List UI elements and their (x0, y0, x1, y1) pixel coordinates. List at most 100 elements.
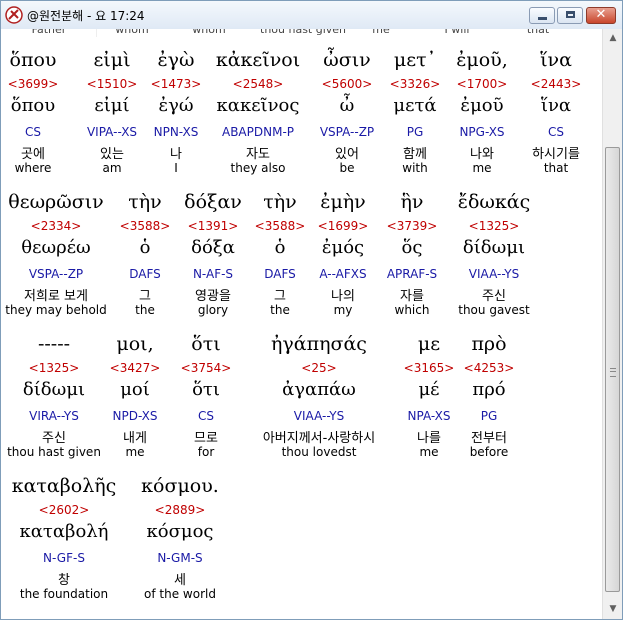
parsing-code-link[interactable]: VIAA--YS (259, 409, 379, 423)
parsing-code-link[interactable]: VIAA--YS (449, 267, 539, 281)
strong-number-link[interactable]: <3588> (110, 219, 180, 233)
strong-number-link[interactable]: <3427> (105, 361, 165, 375)
greek-word: ----- (37, 333, 71, 355)
word-column: θεωρῶσιν <2334> θεωρέω VSPA--ZP 저희로 보게 they m… (1, 191, 111, 323)
minimize-button[interactable] (529, 7, 555, 24)
word-column: ἔδωκάς <1325> δίδωμι VIAA--YS 주신 thou gavest (449, 191, 539, 323)
lemma-word: εἰμί (94, 95, 130, 116)
english-gloss: the foundation (19, 587, 109, 601)
strong-number-link[interactable]: <3754> (178, 361, 234, 375)
lemma-word: μοί (120, 379, 150, 400)
lemma-word: ἐγώ (158, 95, 194, 116)
strong-number-link[interactable]: <3739> (377, 219, 447, 233)
greek-word: καταβολῆς (11, 475, 117, 497)
greek-word: δόξαν (184, 191, 242, 213)
strong-number-link[interactable]: <1699> (308, 219, 378, 233)
english-gloss: glory (197, 303, 229, 317)
vertical-scrollbar[interactable]: ▲ ▼ (602, 29, 622, 619)
lemma-word: δόξα (191, 237, 235, 258)
strong-number-link[interactable]: <2602> (4, 503, 124, 517)
lemma-word: ἐμοῦ (460, 95, 504, 116)
word-column: μετ᾽ <3326> μετά PG 함께 with (387, 49, 443, 181)
strong-number-link[interactable]: <3588> (252, 219, 308, 233)
interlinear-content[interactable]: Father whom whom thou hast given me I will tha… (1, 29, 602, 619)
close-icon: ✕ (595, 7, 607, 22)
scroll-down-arrow-icon[interactable]: ▼ (605, 602, 621, 617)
word-column: ἐμοῦ, <1700> ἐμοῦ NPG-XS 나와 me (447, 49, 517, 181)
app-logo-icon (5, 6, 23, 24)
strong-number-link[interactable]: <1325> (449, 219, 539, 233)
strong-number-link[interactable]: <1391> (178, 219, 248, 233)
parsing-code-link[interactable]: APRAF-S (377, 267, 447, 281)
word-column: ἠγάπησάς <25> ἀγαπάω VIAA--YS 아버지께서-사랑하시 thou… (259, 333, 379, 465)
parsing-code-link[interactable]: A--AFXS (308, 267, 378, 281)
parsing-code-link[interactable]: CS (178, 409, 234, 423)
english-gloss: they may behold (5, 303, 107, 317)
parsing-code-link[interactable]: NPD-XS (105, 409, 165, 423)
korean-gloss: 있어 (335, 147, 359, 162)
strong-number-link[interactable]: <3326> (387, 77, 443, 91)
parsing-code-link[interactable]: VSPA--ZP (307, 125, 387, 139)
parsing-code-link[interactable]: PG (387, 125, 443, 139)
parsing-code-link[interactable]: NPA-XS (399, 409, 459, 423)
parsing-code-link[interactable]: VSPA--ZP (1, 267, 111, 281)
word-column: ἐγὼ <1473> ἐγώ NPN-XS 나 I (146, 49, 206, 181)
parsing-code-link[interactable]: NPG-XS (447, 125, 517, 139)
title-bar[interactable]: @원전분해 - 요 17:24 ✕ (1, 1, 622, 30)
english-gloss: the (135, 303, 155, 317)
strong-number-link[interactable]: <1325> (4, 361, 104, 375)
korean-gloss: 자를 (400, 289, 424, 304)
previous-row-gloss: whom (192, 29, 226, 36)
english-gloss: before (469, 445, 509, 459)
word-column: κἀκεῖνοι <2548> κακεῖνος ABAPDNM-P 자도 they al… (208, 49, 308, 181)
strong-number-link[interactable]: <4253> (459, 361, 519, 375)
strong-number-link[interactable]: <2334> (1, 219, 111, 233)
lemma-word: ὅς (401, 237, 423, 258)
scroll-up-arrow-icon[interactable]: ▲ (605, 31, 621, 46)
previous-row-gloss: Father (31, 29, 67, 36)
maximize-button[interactable] (557, 7, 583, 24)
strong-number-link[interactable]: <1700> (447, 77, 517, 91)
parsing-code-link[interactable]: DAFS (252, 267, 308, 281)
strong-number-link[interactable]: <1473> (146, 77, 206, 91)
lemma-word: ὁ (274, 237, 286, 258)
word-column: ἣν <3739> ὅς APRAF-S 자를 which (377, 191, 447, 323)
strong-number-link[interactable]: <1510> (77, 77, 147, 91)
parsing-code-link[interactable]: CS (521, 125, 591, 139)
parsing-code-link[interactable]: ABAPDNM-P (208, 125, 308, 139)
lemma-word: μέ (418, 379, 440, 400)
parsing-code-link[interactable]: DAFS (110, 267, 180, 281)
scrollbar-thumb[interactable] (605, 147, 620, 592)
parsing-code-link[interactable]: N-GM-S (135, 551, 225, 565)
greek-word: τὴν (263, 191, 297, 213)
lemma-word: ὁ (139, 237, 151, 258)
korean-gloss: 아버지께서-사랑하시 (262, 431, 376, 446)
korean-gloss: 그 (274, 289, 286, 304)
strong-number-link[interactable]: <3165> (399, 361, 459, 375)
english-gloss: I (174, 161, 178, 175)
greek-word: τὴν (128, 191, 162, 213)
word-column: ἐμὴν <1699> ἐμός A--AFXS 나의 my (308, 191, 378, 323)
strong-number-link[interactable]: <25> (259, 361, 379, 375)
word-column: τὴν <3588> ὁ DAFS 그 the (110, 191, 180, 323)
close-button[interactable]: ✕ (586, 7, 616, 24)
parsing-code-link[interactable]: VIRA--YS (4, 409, 104, 423)
korean-gloss: 있는 (100, 147, 124, 162)
strong-number-link[interactable]: <5600> (307, 77, 387, 91)
parsing-code-link[interactable]: NPN-XS (146, 125, 206, 139)
greek-word: πρὸ (471, 333, 507, 355)
strong-number-link[interactable]: <2548> (208, 77, 308, 91)
strong-number-link[interactable]: <3699> (1, 77, 68, 91)
english-gloss: they also (230, 161, 286, 175)
parsing-code-link[interactable]: N-GF-S (4, 551, 124, 565)
parsing-code-link[interactable]: CS (1, 125, 68, 139)
parsing-code-link[interactable]: PG (459, 409, 519, 423)
greek-word: ἐμὴν (320, 191, 366, 213)
strong-number-link[interactable]: <2443> (521, 77, 591, 91)
strong-number-link[interactable]: <2889> (135, 503, 225, 517)
parsing-code-link[interactable]: N-AF-S (178, 267, 248, 281)
parsing-code-link[interactable]: VIPA--XS (77, 125, 147, 139)
lemma-word: ὦ (339, 95, 355, 116)
word-column: ὅτι <3754> ὅτι CS 므로 for (178, 333, 234, 465)
greek-word: με (417, 333, 441, 355)
